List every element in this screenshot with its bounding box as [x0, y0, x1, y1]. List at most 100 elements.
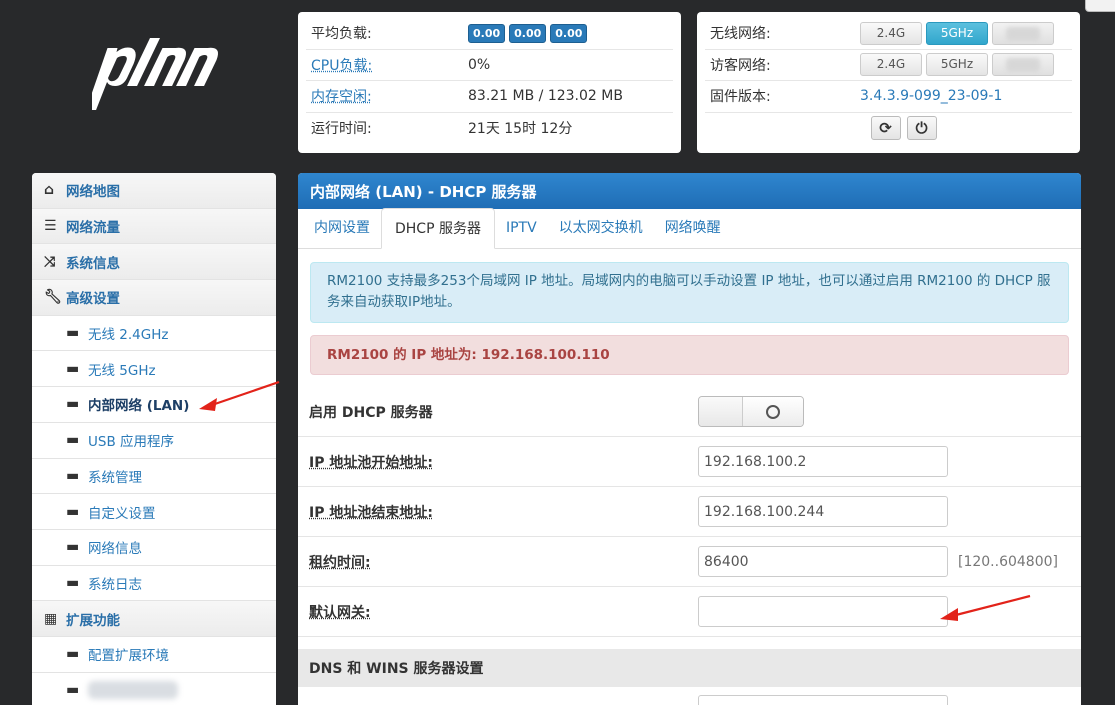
sidebar-item-label: USB 应用程序: [88, 434, 175, 451]
dhcp-enable-toggle[interactable]: [698, 396, 804, 427]
tab-wake-on-lan[interactable]: 网络唤醒: [654, 208, 732, 248]
sidebar-item-extensions[interactable]: ▦ 扩展功能: [32, 601, 276, 637]
uptime-label: 运行时间:: [311, 121, 372, 138]
pool-end-input[interactable]: [698, 496, 948, 527]
guest-extra-button[interactable]: [992, 53, 1054, 77]
sidebar-item-network-info[interactable]: ▬ 网络信息: [32, 529, 276, 566]
lease-input[interactable]: [698, 546, 948, 577]
load-badge-5: 0.00: [509, 23, 547, 43]
cpu-link[interactable]: CPU负载:: [306, 55, 468, 75]
status-row-actions: ⟳ ⏻: [705, 113, 1072, 145]
lease-hint: [120..604800]: [958, 553, 1058, 570]
status-row-uptime: 运行时间: 21天 15时 12分: [306, 113, 673, 145]
sidebar-item-label: 网络流量: [66, 220, 120, 237]
gateway-input[interactable]: [698, 596, 948, 627]
pool-start-input[interactable]: [698, 446, 948, 477]
tab-dhcp-server[interactable]: DHCP 服务器: [381, 208, 495, 249]
sidebar-item-ext-config[interactable]: ▬ 配置扩展环境: [32, 636, 276, 673]
sidebar-item-label: 网络地图: [66, 184, 120, 201]
sidebar-item-lan[interactable]: ▬ 内部网络 (LAN): [32, 387, 276, 423]
tab-ethernet-switch[interactable]: 以太网交换机: [548, 208, 654, 248]
sidebar-item-network-map[interactable]: ⌂ 网络地图: [32, 173, 276, 209]
home-icon: ⌂: [44, 182, 55, 199]
load-label: 平均负载:: [311, 26, 372, 43]
sidebar-nav: ⌂ 网络地图 ☰ 网络流量 ⤨ 系统信息 🔧︎ 高级设置 ▬ 无线 2.4GHz…: [32, 173, 276, 705]
gateway-label: 默认网关:: [309, 604, 371, 621]
storage-icon: ☰: [44, 218, 57, 235]
sidebar-item-label: 无线 2.4GHz: [88, 327, 169, 344]
dash-icon: ▬: [66, 681, 80, 698]
uptime-value: 21天 15时 12分: [468, 121, 573, 138]
main-panel: 内部网络 (LAN) - DHCP 服务器 内网设置 DHCP 服务器 IPTV…: [298, 173, 1081, 705]
wireless-24g-button[interactable]: 2.4G: [860, 21, 922, 45]
cpu-value: 0%: [468, 56, 491, 73]
sidebar-item-system-info[interactable]: ⤨ 系统信息: [32, 244, 276, 281]
sidebar-item-usb[interactable]: ▬ USB 应用程序: [32, 422, 276, 459]
status-row-firmware: 固件版本: 3.4.3.9-099_23-09-1: [705, 81, 1072, 113]
dash-icon: ▬: [66, 432, 80, 449]
ip-alert: RM2100 的 IP 地址为: 192.168.100.110: [310, 335, 1069, 375]
brand-logo-mark: [86, 38, 219, 110]
form-row-dhcp-enable: 启用 DHCP 服务器: [298, 387, 1081, 437]
redacted-label: [88, 680, 178, 699]
form-row-pool-start: IP 地址池开始地址:: [298, 437, 1081, 487]
sidebar-item-label: 扩展功能: [66, 612, 120, 629]
tab-lan-settings[interactable]: 内网设置: [303, 208, 381, 248]
dhcp-enable-label: 启用 DHCP 服务器: [309, 404, 433, 421]
lease-label: 租约时间:: [309, 554, 371, 571]
sidebar-item-label: 无线 5GHz: [88, 362, 156, 379]
memory-link[interactable]: 内存空闲:: [306, 86, 468, 106]
firmware-link[interactable]: 3.4.3.9-099_23-09-1: [860, 88, 1002, 104]
sidebar-item-syslog[interactable]: ▬ 系统日志: [32, 565, 276, 602]
wireless-5g-button[interactable]: 5GHz: [926, 21, 988, 45]
status-row-cpu: CPU负载: 0%: [306, 50, 673, 81]
pool-start-label: IP 地址池开始地址:: [309, 454, 433, 471]
status-row-guest: 访客网络: 2.4G 5GHz: [705, 50, 1072, 81]
sidebar-item-advanced[interactable]: 🔧︎ 高级设置: [32, 280, 276, 316]
sidebar-item-wireless-5[interactable]: ▬ 无线 5GHz: [32, 351, 276, 388]
sidebar-item-label: 系统日志: [88, 576, 142, 593]
load-badge-1: 0.00: [468, 23, 506, 43]
dns-section-heading: DNS 和 WINS 服务器设置: [298, 649, 1081, 687]
form-row-gateway: 默认网关:: [298, 587, 1081, 637]
sidebar-item-label: 系统管理: [88, 469, 142, 486]
dash-icon: ▬: [66, 646, 80, 663]
sidebar-item-label: 配置扩展环境: [88, 648, 169, 665]
status-panel-system: 平均负载: 0.00 0.00 0.00 CPU负载: 0% 内存空闲: 83.…: [298, 12, 681, 153]
wrench-icon: 🔧︎: [44, 289, 62, 306]
sidebar-item-label: 网络信息: [88, 541, 142, 558]
sidebar-item-system-admin[interactable]: ▬ 系统管理: [32, 458, 276, 495]
pool-end-label: IP 地址池结束地址:: [309, 504, 433, 521]
form-row-lease: 租约时间: [120..604800]: [298, 537, 1081, 587]
guest-24g-button[interactable]: 2.4G: [860, 53, 922, 77]
brand-logo: [86, 38, 227, 120]
wireless-extra-button[interactable]: [992, 21, 1054, 45]
dash-icon: ▬: [66, 574, 80, 591]
power-icon[interactable]: ⏻: [906, 116, 937, 141]
tab-iptv[interactable]: IPTV: [495, 208, 548, 248]
sidebar-item-label: 高级设置: [66, 291, 120, 308]
status-row-load: 平均负载: 0.00 0.00 0.00: [306, 18, 673, 50]
sidebar-item-wireless-24[interactable]: ▬ 无线 2.4GHz: [32, 315, 276, 352]
tab-bar: 内网设置 DHCP 服务器 IPTV 以太网交换机 网络唤醒: [298, 208, 1081, 249]
guest-5g-button[interactable]: 5GHz: [926, 53, 988, 77]
dns-server-input[interactable]: [698, 695, 948, 705]
load-badge-15: 0.00: [550, 23, 588, 43]
form-row-pool-end: IP 地址池结束地址:: [298, 487, 1081, 537]
refresh-icon[interactable]: ⟳: [870, 116, 901, 141]
grid-icon: ▦: [44, 610, 58, 627]
dash-icon: ▬: [66, 467, 80, 484]
dash-icon: ▬: [66, 360, 80, 377]
firmware-label: 固件版本:: [710, 89, 771, 106]
dash-icon: ▬: [66, 503, 80, 520]
sidebar-item-custom[interactable]: ▬ 自定义设置: [32, 494, 276, 530]
sidebar-item-blurred[interactable]: ▬: [32, 672, 276, 705]
dash-icon: ▬: [66, 396, 80, 413]
dash-icon: ▬: [66, 539, 80, 556]
status-row-memory: 内存空闲: 83.21 MB / 123.02 MB: [306, 81, 673, 113]
guest-label: 访客网络:: [710, 57, 771, 74]
shuffle-icon: ⤨: [44, 253, 56, 270]
sidebar-item-label: 自定义设置: [88, 505, 156, 522]
sidebar-item-traffic[interactable]: ☰ 网络流量: [32, 208, 276, 245]
status-row-wireless: 无线网络: 2.4G 5GHz: [705, 18, 1072, 50]
